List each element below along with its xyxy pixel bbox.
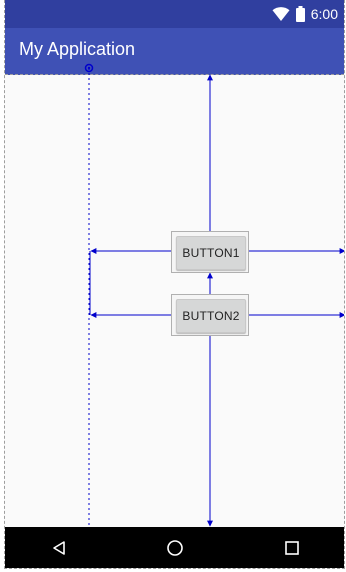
navigation-bar — [5, 527, 344, 568]
button2-frame: BUTTON2 — [171, 294, 249, 336]
battery-icon — [295, 6, 305, 22]
status-time: 6:00 — [310, 6, 338, 22]
wifi-icon — [272, 7, 290, 21]
back-icon[interactable] — [48, 537, 70, 559]
status-icons: 6:00 — [272, 5, 338, 23]
home-icon[interactable] — [164, 537, 186, 559]
status-bar: 6:00 — [5, 0, 344, 28]
recents-icon[interactable] — [281, 537, 303, 559]
app-title: My Application — [19, 39, 136, 59]
button2[interactable]: BUTTON2 — [176, 299, 246, 333]
device-frame: 6:00 My Application BUTTON1 BUTTON2 — [4, 0, 345, 569]
button1-frame: BUTTON1 — [171, 231, 249, 273]
app-bar: My Application — [5, 28, 344, 75]
button1[interactable]: BUTTON1 — [176, 236, 246, 270]
